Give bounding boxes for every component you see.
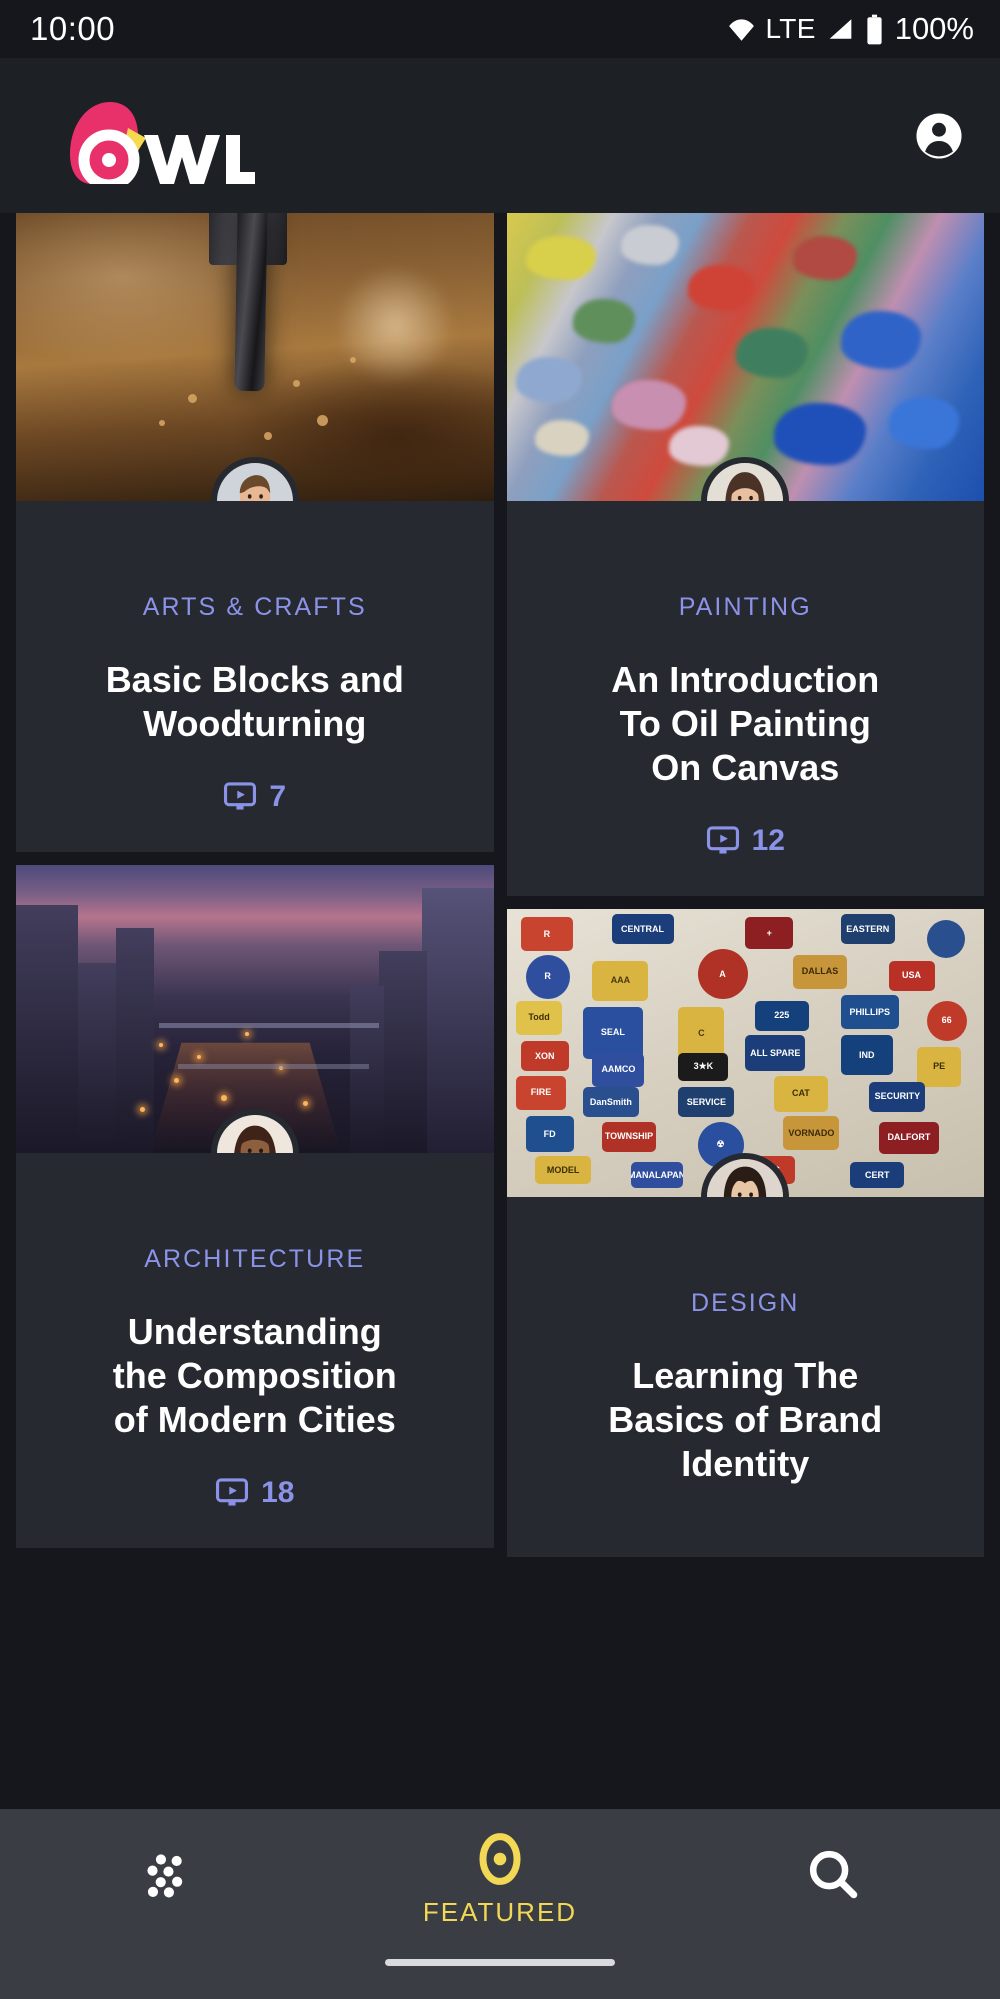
- course-feed[interactable]: ARTS & CRAFTS Basic Blocks and Woodturni…: [0, 213, 1000, 1809]
- network-type-label: LTE: [765, 13, 816, 44]
- status-time: 10:00: [30, 10, 116, 47]
- app-header: OWL: [0, 58, 1000, 213]
- video-screen-icon: [706, 826, 739, 854]
- course-thumbnail: [16, 864, 494, 1153]
- video-count-value: 12: [751, 823, 785, 857]
- owl-logo-mark: [70, 101, 255, 184]
- avatar-instructor-1: [216, 463, 293, 501]
- avatar-instructor-2: [707, 463, 784, 501]
- video-count-badge: 7: [223, 780, 286, 814]
- course-category: ARCHITECTURE: [144, 1244, 366, 1273]
- nav-label-featured: FEATURED: [422, 1896, 578, 1927]
- video-screen-icon: [216, 1477, 249, 1506]
- nav-item-search[interactable]: [728, 1845, 938, 1913]
- bottom-navigation[interactable]: FEATURED: [0, 1809, 1000, 1957]
- course-card[interactable]: ARTS & CRAFTS Basic Blocks and Woodturni…: [16, 213, 494, 852]
- owl-logo[interactable]: OWL: [40, 88, 255, 184]
- course-info: ARCHITECTURE Understanding the Compositi…: [16, 1153, 494, 1548]
- course-title: Understanding the Composition of Modern …: [112, 1310, 397, 1440]
- account-circle-icon: [916, 112, 962, 159]
- course-category: PAINTING: [678, 593, 812, 621]
- account-button[interactable]: [912, 109, 966, 163]
- course-category: ARTS & CRAFTS: [142, 593, 367, 621]
- featured-eye-icon: [479, 1832, 521, 1885]
- battery-percent-label: 100%: [894, 11, 974, 46]
- course-info: ARTS & CRAFTS Basic Blocks and Woodturni…: [16, 501, 494, 852]
- status-bar: 10:00 LTE 100%: [0, 0, 1000, 58]
- avatar-instructor-4: [707, 1158, 784, 1197]
- course-card[interactable]: PAINTING An Introduction To Oil Painting…: [506, 213, 985, 896]
- dot-grid-icon: [147, 1854, 182, 1898]
- course-title: Basic Blocks and Woodturning: [105, 659, 404, 744]
- course-card[interactable]: ARCHITECTURE Understanding the Compositi…: [16, 864, 494, 1548]
- course-info: PAINTING An Introduction To Oil Painting…: [507, 501, 985, 896]
- wifi-icon: [728, 18, 754, 41]
- status-indicators: LTE 100%: [728, 11, 974, 47]
- course-thumbnail: [16, 213, 494, 501]
- video-count-value: 18: [261, 1475, 295, 1509]
- avatar-instructor-3: [216, 1114, 293, 1153]
- home-indicator-bar: [0, 1957, 1000, 1999]
- signal-icon: [829, 19, 852, 39]
- course-card[interactable]: R CENTRAL + EASTERN R AAA A DALLAS USA T…: [506, 908, 985, 1558]
- course-category: DESIGN: [691, 1288, 800, 1317]
- course-thumbnail: R CENTRAL + EASTERN R AAA A DALLAS USA T…: [506, 908, 984, 1197]
- course-thumbnail: [506, 213, 984, 501]
- course-info: DESIGN Learning The Basics of Brand Iden…: [507, 1197, 985, 1558]
- feed-column-right: PAINTING An Introduction To Oil Painting…: [506, 213, 985, 1809]
- app-screen: 10:00 LTE 100% ARTS & CRAFTS Basic Block…: [0, 0, 1000, 1999]
- video-count-value: 7: [269, 779, 287, 813]
- course-title: Learning The Basics of Brand Identity: [608, 1354, 883, 1484]
- search-icon: [810, 1850, 858, 1899]
- video-count-badge: 18: [215, 1476, 294, 1510]
- nav-item-browse[interactable]: [62, 1845, 272, 1913]
- nav-item-featured[interactable]: FEATURED: [395, 1831, 605, 1928]
- battery-icon: [867, 14, 882, 44]
- course-title: An Introduction To Oil Painting On Canva…: [611, 659, 880, 788]
- video-screen-icon: [224, 782, 257, 810]
- home-indicator[interactable]: [385, 1959, 615, 1966]
- feed-column-left: ARTS & CRAFTS Basic Blocks and Woodturni…: [16, 213, 494, 1809]
- video-count-badge: 12: [706, 824, 785, 858]
